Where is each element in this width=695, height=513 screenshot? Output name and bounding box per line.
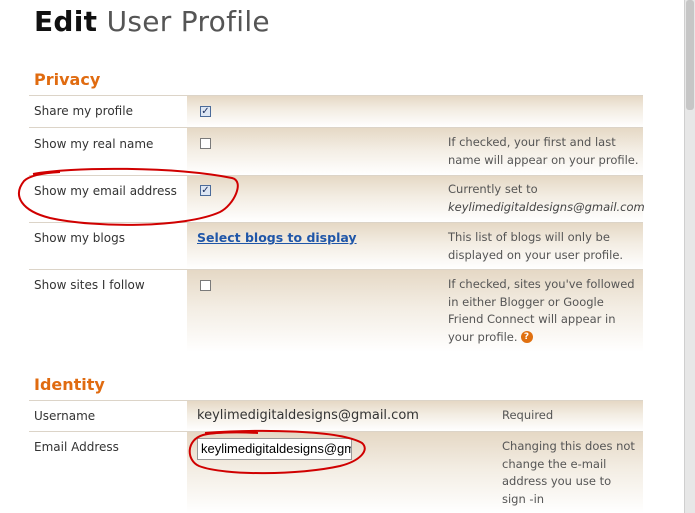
vertical-scrollbar[interactable] [684, 0, 695, 513]
question-mark-icon[interactable]: ? [520, 331, 533, 343]
email-address-label: Email Address [34, 440, 119, 454]
page-title-bold: Edit [34, 5, 98, 38]
show-sites-label: Show sites I follow [34, 278, 145, 292]
checkmark-icon: ✓ [201, 105, 210, 117]
row-shade [187, 96, 643, 127]
show-email-checkbox[interactable]: ✓ [200, 185, 211, 196]
page-title: Edit User Profile [34, 5, 270, 38]
current-email-value: keylimedigitaldesigns@gmail.com [448, 199, 645, 214]
show-email-label: Show my email address [34, 184, 177, 198]
checkmark-icon: ✓ [201, 184, 210, 196]
show-sites-checkbox[interactable] [200, 280, 211, 291]
username-required-note: Required [502, 408, 554, 422]
email-address-help: Changing this does not change the e-mail… [502, 439, 635, 506]
username-value: keylimedigitaldesigns@gmail.com [197, 408, 419, 423]
show-sites-help: If checked, sites you've followed in eit… [448, 276, 640, 346]
show-sites-help-text: If checked, sites you've followed in eit… [448, 277, 635, 344]
identity-heading: Identity [34, 375, 105, 394]
username-label: Username [34, 409, 96, 423]
show-blogs-label: Show my blogs [34, 231, 125, 245]
show-blogs-help: This list of blogs will only be displaye… [448, 230, 624, 262]
select-blogs-link[interactable]: Select blogs to display [197, 230, 357, 245]
show-real-name-help: If checked, your first and last name wil… [448, 135, 639, 167]
privacy-heading: Privacy [34, 70, 101, 89]
share-profile-checkbox[interactable]: ✓ [200, 106, 211, 117]
show-email-help: Currently set to keylimedigitaldesigns@g… [448, 181, 645, 216]
scrollbar-thumb[interactable] [686, 0, 694, 110]
show-real-name-label: Show my real name [34, 137, 154, 151]
show-email-help-text: Currently set to [448, 182, 538, 196]
email-address-input[interactable]: keylimedigitaldesigns@gmail.com [197, 438, 352, 460]
share-profile-label: Share my profile [34, 104, 133, 118]
page-title-rest: User Profile [106, 5, 270, 38]
show-real-name-checkbox[interactable] [200, 138, 211, 149]
